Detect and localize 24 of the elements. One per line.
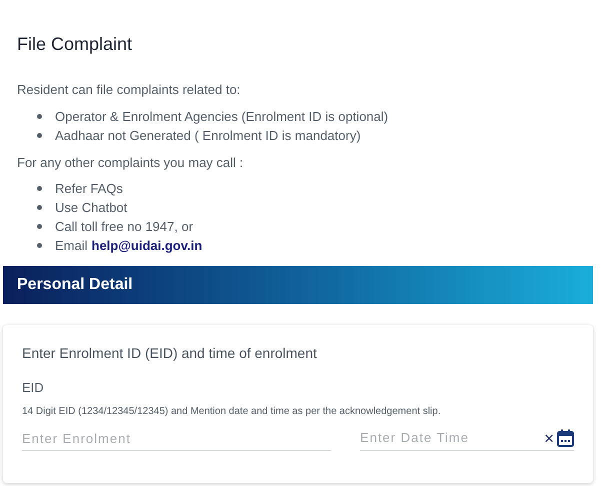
- list-item: Operator & Enrolment Agencies (Enrolment ID is optional): [55, 108, 388, 126]
- list-item: Aadhaar not Generated ( Enrolment ID is mandatory): [55, 126, 361, 144]
- date-time-field[interactable]: Enter Date Time ×: [360, 426, 574, 450]
- enrolment-input[interactable]: Enter Enrolment: [22, 426, 332, 450]
- bullet-icon: [37, 224, 42, 229]
- bullet-icon: [37, 186, 42, 191]
- clear-button[interactable]: ×: [544, 430, 554, 446]
- bullet-icon: [37, 114, 42, 118]
- form-heading: Enter Enrolment ID (EID) and time of enrolment: [22, 344, 317, 363]
- field-label: EID: [22, 379, 44, 397]
- intro-text: Resident can file complaints related to:: [17, 81, 240, 99]
- list-item: Email: [55, 237, 88, 255]
- bullet-icon: [37, 132, 42, 138]
- bullet-icon: [37, 205, 42, 210]
- list-item: Use Chatbot: [55, 199, 128, 217]
- calendar-icon[interactable]: [557, 429, 574, 447]
- bullet-icon: [37, 243, 42, 248]
- list-item: Refer FAQs: [55, 180, 123, 198]
- hint-text: 14 Digit EID (1234/12345/12345) and Mention date and time as per the acknowledgement slip.: [22, 404, 441, 418]
- intro-text: For any other complaints you may call :: [17, 154, 244, 172]
- list-item: Call toll free no 1947, or: [55, 218, 194, 236]
- email-link[interactable]: help@uidai.gov.in: [92, 236, 202, 255]
- page-title: File Complaint: [17, 33, 132, 56]
- section-header: Personal Detail: [3, 266, 593, 304]
